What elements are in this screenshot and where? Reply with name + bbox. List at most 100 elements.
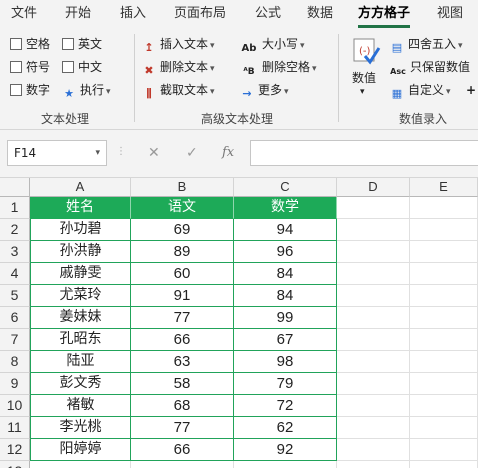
table-cell[interactable]: 92	[234, 439, 337, 461]
keep-value-button[interactable]: Asc 只保留数值	[390, 59, 470, 79]
delete-text-button[interactable]: ✖ 删除文本 ▾	[142, 59, 214, 78]
row-header[interactable]: 4	[0, 263, 30, 285]
checkbox-chinese[interactable]: 中文	[62, 59, 102, 75]
row-header[interactable]: 3	[0, 241, 30, 263]
empty-cell[interactable]	[337, 395, 410, 417]
table-cell[interactable]: 69	[131, 219, 234, 241]
table-cell[interactable]: 96	[234, 241, 337, 263]
table-cell[interactable]: 91	[131, 285, 234, 307]
empty-cell[interactable]	[337, 439, 410, 461]
more-button[interactable]: → 更多 ▾	[240, 82, 288, 101]
table-cell[interactable]: 67	[234, 329, 337, 351]
row-header[interactable]: 6	[0, 307, 30, 329]
column-header-c[interactable]: C	[234, 178, 337, 197]
value-button[interactable]: (-) 数值 ▾	[346, 34, 386, 98]
delete-space-button[interactable]: ᴬB 删除空格 ▾	[240, 59, 316, 79]
tab-fangfang[interactable]: 方方格子	[354, 0, 414, 30]
drag-handle-icon[interactable]: ⋮	[116, 146, 126, 157]
column-header-d[interactable]: D	[337, 178, 410, 197]
empty-cell[interactable]	[337, 329, 410, 351]
tab-home[interactable]: 开始	[58, 0, 98, 30]
checkbox-number[interactable]: 数字	[10, 82, 50, 98]
tab-formulas[interactable]: 公式	[248, 0, 288, 30]
round-button[interactable]: ▤ 四舍五入 ▾	[390, 36, 463, 55]
empty-cell[interactable]	[410, 219, 478, 241]
tab-view[interactable]: 视图	[430, 0, 470, 30]
chevron-down-icon[interactable]: ▾	[95, 141, 100, 165]
checkbox-english[interactable]: 英文	[62, 36, 102, 52]
empty-cell[interactable]	[337, 417, 410, 439]
table-cell[interactable]: 98	[234, 351, 337, 373]
empty-cell[interactable]	[410, 285, 478, 307]
table-header-cell[interactable]: 语文	[131, 197, 234, 219]
row-header[interactable]: 13	[0, 461, 30, 468]
row-header[interactable]: 1	[0, 197, 30, 219]
table-cell[interactable]: 尤菜玲	[30, 285, 131, 307]
empty-cell[interactable]	[337, 307, 410, 329]
empty-cell[interactable]	[30, 461, 131, 468]
table-cell[interactable]: 68	[131, 395, 234, 417]
table-cell[interactable]: 94	[234, 219, 337, 241]
tab-data[interactable]: 数据	[300, 0, 340, 30]
table-cell[interactable]: 李光桃	[30, 417, 131, 439]
empty-cell[interactable]	[410, 329, 478, 351]
checkbox-box[interactable]	[10, 38, 22, 50]
table-cell[interactable]: 63	[131, 351, 234, 373]
table-cell[interactable]: 陆亚	[30, 351, 131, 373]
empty-cell[interactable]	[410, 439, 478, 461]
empty-cell[interactable]	[337, 285, 410, 307]
table-cell[interactable]: 孙洪静	[30, 241, 131, 263]
tab-insert[interactable]: 插入	[113, 0, 153, 30]
checkbox-box[interactable]	[62, 38, 74, 50]
confirm-icon[interactable]: ✓	[186, 140, 198, 166]
empty-cell[interactable]	[337, 241, 410, 263]
empty-cell[interactable]	[337, 351, 410, 373]
column-header-b[interactable]: B	[131, 178, 234, 197]
empty-cell[interactable]	[410, 241, 478, 263]
table-cell[interactable]: 58	[131, 373, 234, 395]
table-cell[interactable]: 66	[131, 439, 234, 461]
empty-cell[interactable]	[410, 197, 478, 219]
table-cell[interactable]: 彭文秀	[30, 373, 131, 395]
row-header[interactable]: 11	[0, 417, 30, 439]
table-cell[interactable]: 77	[131, 307, 234, 329]
empty-cell[interactable]	[410, 417, 478, 439]
empty-cell[interactable]	[337, 219, 410, 241]
row-header[interactable]: 8	[0, 351, 30, 373]
empty-cell[interactable]	[337, 461, 410, 468]
insert-text-button[interactable]: ↥ 插入文本 ▾	[142, 36, 214, 55]
table-cell[interactable]: 77	[131, 417, 234, 439]
table-cell[interactable]: 阳婷婷	[30, 439, 131, 461]
table-cell[interactable]: 72	[234, 395, 337, 417]
table-cell[interactable]: 84	[234, 263, 337, 285]
empty-cell[interactable]	[410, 373, 478, 395]
name-box[interactable]: F14 ▾	[7, 140, 107, 166]
empty-cell[interactable]	[410, 461, 478, 468]
table-cell[interactable]: 66	[131, 329, 234, 351]
checkbox-space[interactable]: 空格	[10, 36, 50, 52]
checkbox-symbol[interactable]: 符号	[10, 59, 50, 75]
table-cell[interactable]: 89	[131, 241, 234, 263]
empty-cell[interactable]	[337, 373, 410, 395]
table-header-cell[interactable]: 姓名	[30, 197, 131, 219]
table-cell[interactable]: 62	[234, 417, 337, 439]
row-header[interactable]: 12	[0, 439, 30, 461]
table-cell[interactable]: 戚静雯	[30, 263, 131, 285]
extract-text-button[interactable]: ⫼ 截取文本 ▾	[142, 82, 214, 101]
case-button[interactable]: Ab 大小写 ▾	[240, 36, 305, 56]
table-cell[interactable]: 孙功碧	[30, 219, 131, 241]
tab-file[interactable]: 文件	[4, 0, 44, 30]
table-cell[interactable]: 姜妹妹	[30, 307, 131, 329]
row-header[interactable]: 7	[0, 329, 30, 351]
table-cell[interactable]: 褚敏	[30, 395, 131, 417]
row-header[interactable]: 2	[0, 219, 30, 241]
empty-cell[interactable]	[337, 197, 410, 219]
tab-page-layout[interactable]: 页面布局	[168, 0, 232, 30]
checkbox-box[interactable]	[10, 84, 22, 96]
table-cell[interactable]: 孔昭东	[30, 329, 131, 351]
empty-cell[interactable]	[131, 461, 234, 468]
plus-icon[interactable]: +	[466, 82, 476, 98]
empty-cell[interactable]	[410, 263, 478, 285]
formula-input[interactable]	[250, 140, 478, 166]
row-header[interactable]: 5	[0, 285, 30, 307]
